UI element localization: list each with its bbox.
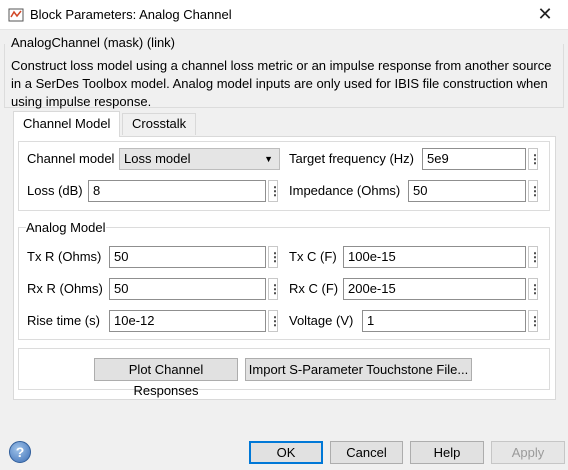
rx-c-field[interactable]: 200e-15 — [343, 278, 526, 300]
close-icon[interactable]: ✕ — [522, 0, 568, 30]
tab-channel-model[interactable]: Channel Model — [13, 111, 121, 137]
rx-r-field[interactable]: 50 — [109, 278, 266, 300]
rx-c-label: Rx C (F) — [289, 281, 339, 296]
apply-button[interactable]: Apply — [491, 441, 565, 464]
cancel-button[interactable]: Cancel — [330, 441, 403, 464]
mask-title: AnalogChannel (mask) (link) — [11, 35, 179, 50]
loss-field[interactable]: 8 — [88, 180, 266, 202]
voltage-label: Voltage (V) — [289, 313, 354, 328]
kebab-menu-icon[interactable]: ⋮ — [268, 180, 281, 202]
help-question-icon[interactable]: ? — [9, 441, 31, 463]
target-frequency-field[interactable]: 5e9 — [422, 148, 526, 170]
simulink-block-icon — [8, 8, 24, 22]
target-frequency-label: Target frequency (Hz) — [289, 151, 414, 166]
channel-model-value: Loss model — [124, 151, 191, 166]
tx-r-label: Tx R (Ohms) — [27, 249, 102, 264]
tx-c-label: Tx C (F) — [289, 249, 337, 264]
window-title: Block Parameters: Analog Channel — [30, 7, 232, 22]
loss-label: Loss (dB) — [27, 183, 83, 198]
tx-c-field[interactable]: 100e-15 — [343, 246, 526, 268]
kebab-menu-icon[interactable]: ⋮ — [528, 310, 541, 332]
ok-button[interactable]: OK — [249, 441, 323, 464]
plot-channel-responses-button[interactable]: Plot Channel Responses — [94, 358, 238, 398]
kebab-menu-icon[interactable]: ⋮ — [528, 180, 541, 202]
voltage-field[interactable]: 1 — [362, 310, 526, 332]
channel-model-select[interactable]: Loss model ▼ — [119, 148, 280, 170]
kebab-menu-icon[interactable]: ⋮ — [268, 310, 281, 332]
import-s-parameter-button[interactable]: Import S-Parameter Touchstone File... — [245, 358, 472, 381]
kebab-menu-icon[interactable]: ⋮ — [268, 278, 281, 300]
kebab-menu-icon[interactable]: ⋮ — [528, 148, 541, 170]
rise-time-label: Rise time (s) — [27, 313, 100, 328]
block-description: Construct loss model using a channel los… — [11, 58, 552, 109]
chevron-down-icon: ▼ — [264, 154, 273, 164]
rx-r-label: Rx R (Ohms) — [27, 281, 103, 296]
impedance-field[interactable]: 50 — [408, 180, 526, 202]
kebab-menu-icon[interactable]: ⋮ — [528, 278, 541, 300]
analog-model-group-title: Analog Model — [26, 220, 106, 235]
tx-r-field[interactable]: 50 — [109, 246, 266, 268]
channel-model-label: Channel model — [27, 151, 115, 166]
tab-crosstalk[interactable]: Crosstalk — [122, 113, 197, 135]
kebab-menu-icon[interactable]: ⋮ — [528, 246, 541, 268]
title-bar: Block Parameters: Analog Channel ✕ — [0, 0, 568, 30]
kebab-menu-icon[interactable]: ⋮ — [268, 246, 281, 268]
rise-time-field[interactable]: 10e-12 — [109, 310, 266, 332]
impedance-label: Impedance (Ohms) — [289, 183, 401, 198]
help-button[interactable]: Help — [410, 441, 484, 464]
